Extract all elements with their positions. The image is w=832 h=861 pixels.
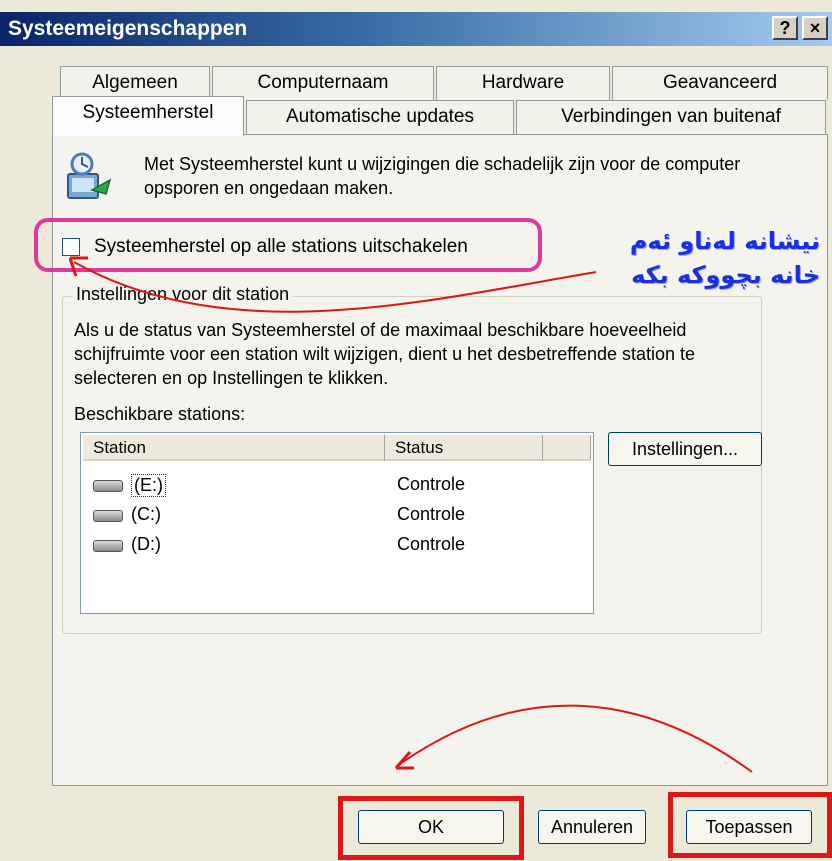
ok-button[interactable]: OK [358, 810, 504, 844]
drive-row[interactable]: (D:) Controle [85, 531, 585, 561]
window-title: Systeemeigenschappen [8, 17, 248, 40]
drive-icon [93, 510, 123, 522]
disable-restore-checkbox[interactable] [62, 238, 80, 256]
system-restore-icon [67, 152, 112, 199]
drive-status: Controle [397, 474, 466, 494]
available-drives-label: Beschikbare stations: [74, 404, 246, 424]
title-bar[interactable]: Systeemeigenschappen ? × [0, 12, 832, 46]
column-header-station[interactable]: Station [83, 435, 385, 461]
column-header-status[interactable]: Status [385, 435, 543, 461]
tab-advanced[interactable]: Geavanceerd [612, 66, 828, 100]
group-title: Instellingen voor dit station [72, 284, 294, 305]
tab-remote[interactable]: Verbindingen van buitenaf [516, 100, 826, 134]
help-button[interactable]: ? [772, 16, 798, 40]
drive-row[interactable]: (E:) Controle [85, 471, 585, 501]
tab-hardware[interactable]: Hardware [436, 66, 610, 100]
kurdish-annotation: نیشانە لەناو ئەم خانە بچووکە بکە [580, 224, 820, 292]
drives-list[interactable]: Station Status (E:) Controle (C:) Contro… [80, 432, 594, 614]
group-description: Als u de status van Systeemherstel of de… [74, 320, 696, 388]
drive-name: (C:) [131, 504, 161, 524]
tab-general[interactable]: Algemeen [60, 66, 210, 100]
drive-status: Controle [397, 534, 466, 554]
close-button[interactable]: × [802, 16, 828, 40]
disable-restore-label[interactable]: Systeemherstel op alle stations uitschak… [94, 236, 468, 258]
drive-row[interactable]: (C:) Controle [85, 501, 585, 531]
annotation-line-1: نیشانە لەناو ئەم [629, 227, 820, 255]
system-properties-dialog: Systeemeigenschappen ? × Algemeen Comput… [0, 0, 832, 861]
drive-name: (E:) [131, 474, 166, 497]
apply-button[interactable]: Toepassen [686, 810, 812, 844]
drive-name: (D:) [131, 534, 161, 554]
annotation-line-2: خانە بچووکە بکە [631, 261, 820, 289]
drive-status: Controle [397, 504, 466, 524]
cancel-button[interactable]: Annuleren [538, 810, 646, 844]
column-header-empty[interactable] [543, 435, 591, 461]
intro-text: Met Systeemherstel kunt u wijzigingen di… [144, 154, 741, 198]
close-icon: × [809, 18, 821, 38]
tab-computer-name[interactable]: Computernaam [212, 66, 434, 100]
drive-icon [93, 540, 123, 552]
tab-system-restore[interactable]: Systeemherstel [52, 96, 244, 136]
drive-icon [93, 480, 123, 492]
settings-button[interactable]: Instellingen... [608, 432, 762, 466]
help-icon: ? [779, 18, 791, 38]
tab-automatic-updates[interactable]: Automatische updates [246, 100, 514, 134]
